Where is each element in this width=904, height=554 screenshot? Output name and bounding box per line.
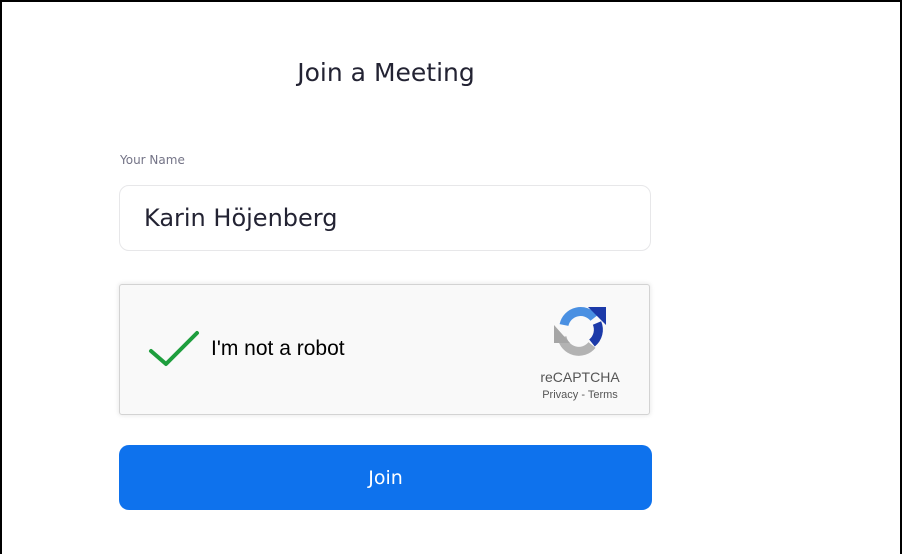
not-a-robot-label: I'm not a robot <box>211 337 345 360</box>
your-name-input[interactable] <box>119 185 651 251</box>
join-button[interactable]: Join <box>119 445 652 510</box>
your-name-label: Your Name <box>120 153 185 167</box>
recaptcha-widget: I'm not a robot reCAPTCHA Privacy - Term… <box>119 284 650 415</box>
recaptcha-links: Privacy - Terms <box>520 389 640 401</box>
privacy-link[interactable]: Privacy <box>542 389 578 401</box>
page-title: Join a Meeting <box>297 58 475 87</box>
recaptcha-brand: reCAPTCHA <box>540 369 620 385</box>
terms-link[interactable]: Terms <box>588 389 618 401</box>
links-separator: - <box>581 389 585 401</box>
recaptcha-logo-icon <box>554 307 606 356</box>
check-icon[interactable] <box>148 329 200 369</box>
